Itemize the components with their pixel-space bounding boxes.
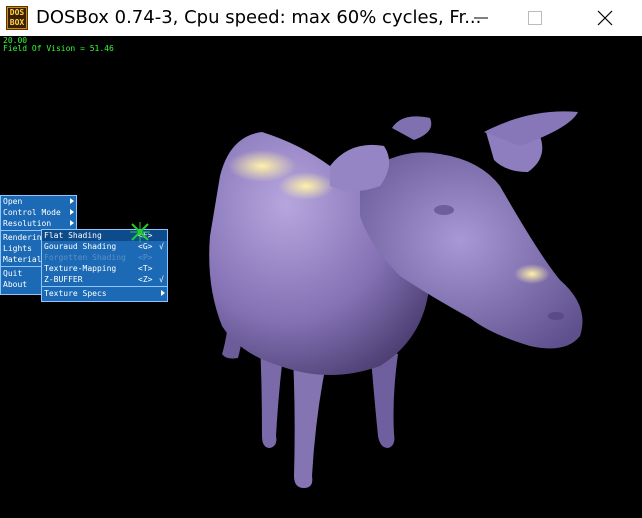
menu-item-resolution[interactable]: Resolution [1,218,76,229]
menu-item-label: Flat Shading [44,231,102,240]
menu-item-label: Control Mode [3,208,61,217]
menu-item-label: Forgotten Shading [44,253,126,262]
menu-item-z-buffer[interactable]: Z-BUFFER <Z> √ [42,274,167,285]
window-titlebar[interactable]: DOS BOX DOSBox 0.74-3, Cpu speed: max 60… [0,0,642,36]
menu-item-label: Gouraud Shading [44,242,117,251]
minimize-icon [474,17,488,19]
menu-item-gouraud-shading[interactable]: Gouraud Shading <G> √ [42,241,167,252]
menu-item-label: Open [3,197,23,206]
dosbox-app-icon[interactable]: DOS BOX [6,6,28,30]
menu-item-control-mode[interactable]: Control Mode [1,207,76,218]
menu-item-label: Lights [3,244,32,253]
shortcut-key: <P> [138,253,153,262]
close-button[interactable] [582,0,628,36]
menu-item-label: Rendering [3,233,47,242]
shortcut-key: <T> [138,264,153,273]
submenu-arrow-icon [70,209,74,215]
check-icon: √ [159,242,164,251]
submenu-arrow-icon [161,290,165,296]
submenu-arrow-icon [70,220,74,226]
menu-item-texture-specs[interactable]: Texture Specs [42,288,167,299]
submenu-arrow-icon [70,198,74,204]
menu-item-label: Quit [3,269,23,278]
crosshair-cursor-icon [130,222,150,242]
menu-item-open[interactable]: Open [1,196,76,207]
menu-item-forgotten-shading: Forgotten Shading <P> [42,252,167,263]
close-icon [597,10,613,26]
menu-item-label: Texture-Mapping [44,264,117,273]
window-title: DOSBox 0.74-3, Cpu speed: max 60% cycles… [36,7,482,28]
shortcut-key: <Z> [138,275,153,284]
maximize-icon [528,11,542,25]
maximize-button[interactable] [512,0,558,36]
menu-item-texture-mapping[interactable]: Texture-Mapping <T> [42,263,167,274]
menu-item-label: Materials [3,255,47,264]
menu-item-label: Texture Specs [44,289,107,298]
menu-item-label: Resolution [3,219,52,228]
minimize-button[interactable] [458,0,504,36]
menu-item-label: About [3,280,28,289]
dos-screen[interactable]: 20.00 Field Of Vision = 51.46 Open Contr… [0,36,642,518]
menu-separator [42,286,167,287]
icon-text-bottom: BOX [8,18,26,28]
check-icon: √ [159,275,164,284]
shortcut-key: <G> [138,242,153,251]
icon-text-top: DOS [8,8,26,18]
menu-item-label: Z-BUFFER [44,275,83,284]
